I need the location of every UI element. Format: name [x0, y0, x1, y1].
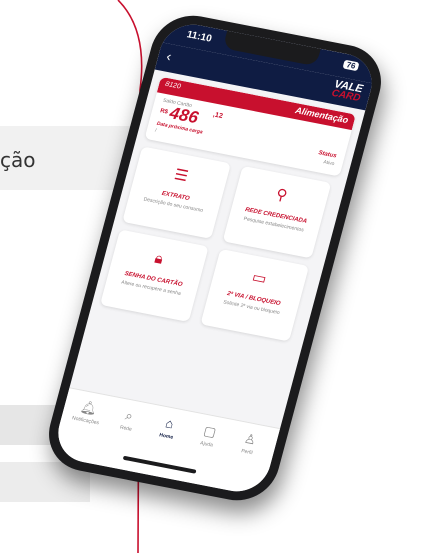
- status-label: Status: [317, 150, 338, 160]
- card-number: 8120: [164, 80, 182, 91]
- balance-cents: ,12: [212, 111, 224, 121]
- tab-notificacoes[interactable]: 🔔︎ Notificações: [65, 397, 111, 428]
- status-time: 11:10: [185, 29, 213, 45]
- tile-segunda-via-bloqueio[interactable]: ▭ 2ª VIA / BLOQUEIO Solicite 2ª via ou b…: [200, 248, 310, 342]
- card-type: Alimentação: [294, 105, 350, 126]
- back-arrow-icon[interactable]: ‹: [165, 48, 174, 64]
- tile-rede-credenciada[interactable]: ⚲ REDE CREDENCIADA Pesquise estabelecime…: [222, 165, 332, 259]
- next-charge-value: /: [154, 127, 158, 134]
- status-value: Ativo: [322, 159, 336, 168]
- tab-ajuda[interactable]: ▢ Ajuda: [186, 420, 232, 451]
- currency-symbol: R$: [159, 108, 169, 116]
- tab-perfil[interactable]: ♙ Perfil: [226, 428, 272, 459]
- home-indicator: [122, 455, 197, 474]
- brand-logo: VALE CARD: [303, 75, 364, 105]
- tab-home[interactable]: ⌂ Home: [146, 412, 192, 443]
- tile-senha-cartao[interactable]: 🔒︎ SENHA DO CARTÃO Altere ou recupere a …: [99, 229, 209, 322]
- tile-extrato[interactable]: ☰ EXTRATO Descrição do seu consumo: [122, 146, 231, 239]
- battery-indicator: 76: [342, 59, 360, 72]
- tab-rede[interactable]: ⌕ Rede: [105, 405, 151, 436]
